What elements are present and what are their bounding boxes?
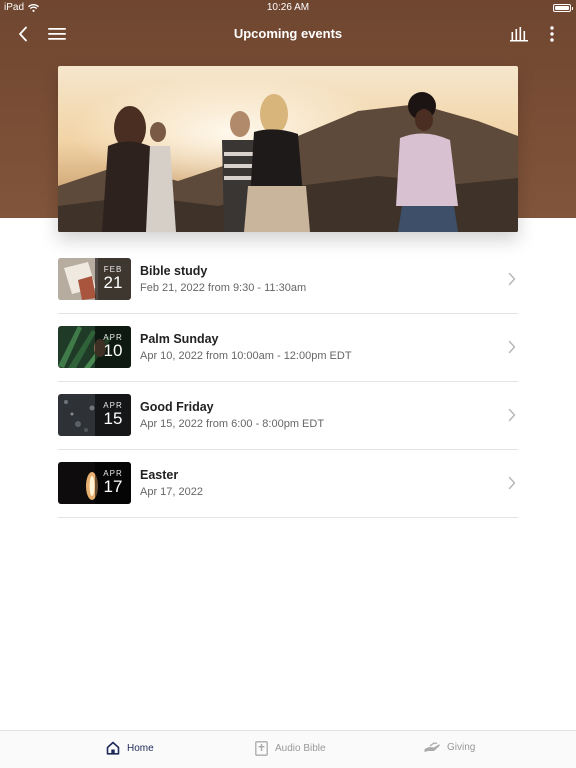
tab-giving[interactable]: Giving	[424, 741, 475, 753]
chevron-right-icon	[508, 476, 516, 490]
tab-bar: Home Audio Bible Giving	[0, 730, 576, 768]
event-subtitle: Apr 15, 2022 from 6:00 - 8:00pm EDT	[140, 418, 325, 430]
event-thumbnail: APR 17	[58, 462, 131, 504]
chevron-right-icon	[508, 340, 516, 354]
event-thumbnail: FEB 21	[58, 258, 131, 300]
chevron-right-icon	[508, 408, 516, 422]
event-item-easter[interactable]: APR 17 Easter Apr 17, 2022	[58, 450, 518, 518]
status-bar: iPad 10:26 AM	[0, 0, 576, 16]
status-time: 10:26 AM	[266, 2, 310, 13]
date-badge: FEB 21	[95, 258, 131, 300]
date-day: 21	[103, 273, 123, 292]
home-icon	[106, 741, 120, 755]
hero-photo	[58, 66, 518, 232]
tab-label: Giving	[447, 741, 476, 753]
date-day: 10	[103, 341, 123, 360]
more-vertical-icon	[550, 26, 554, 42]
audio-button[interactable]	[507, 22, 531, 46]
audio-bars-icon	[510, 27, 528, 42]
date-badge: APR 15	[95, 394, 131, 436]
date-day: 17	[103, 477, 123, 496]
event-thumbnail: APR 10	[58, 326, 131, 368]
tab-audio-bible[interactable]: Audio Bible	[255, 741, 326, 756]
page-title: Upcoming events	[233, 26, 343, 41]
event-subtitle: Feb 21, 2022 from 9:30 - 11:30am	[140, 282, 307, 294]
date-day: 15	[103, 409, 123, 428]
event-item-bible-study[interactable]: FEB 21 Bible study Feb 21, 2022 from 9:3…	[58, 246, 518, 314]
event-item-palm-sunday[interactable]: APR 10 Palm Sunday Apr 10, 2022 from 10:…	[58, 314, 518, 382]
event-title: Palm Sunday	[140, 332, 219, 346]
giving-hand-icon	[424, 742, 440, 752]
event-list: FEB 21 Bible study Feb 21, 2022 from 9:3…	[58, 246, 518, 518]
nav-bar: Upcoming events	[0, 18, 576, 50]
event-subtitle: Apr 17, 2022	[140, 486, 203, 498]
tab-label: Home	[127, 742, 154, 754]
date-badge: APR 10	[95, 326, 131, 368]
event-item-good-friday[interactable]: APR 15 Good Friday Apr 15, 2022 from 6:0…	[58, 382, 518, 450]
event-title: Good Friday	[140, 400, 214, 414]
event-title: Bible study	[140, 264, 208, 278]
event-title: Easter	[140, 468, 179, 482]
hero-image	[58, 66, 518, 232]
date-badge: APR 17	[95, 462, 131, 504]
chevron-right-icon	[508, 272, 516, 286]
more-button[interactable]	[540, 22, 564, 46]
event-thumbnail: APR 15	[58, 394, 131, 436]
bible-icon	[255, 741, 268, 756]
tab-label: Audio Bible	[275, 743, 326, 754]
tab-home[interactable]: Home	[106, 741, 154, 755]
battery-icon	[553, 4, 573, 12]
event-subtitle: Apr 10, 2022 from 10:00am - 12:00pm EDT	[140, 350, 352, 362]
